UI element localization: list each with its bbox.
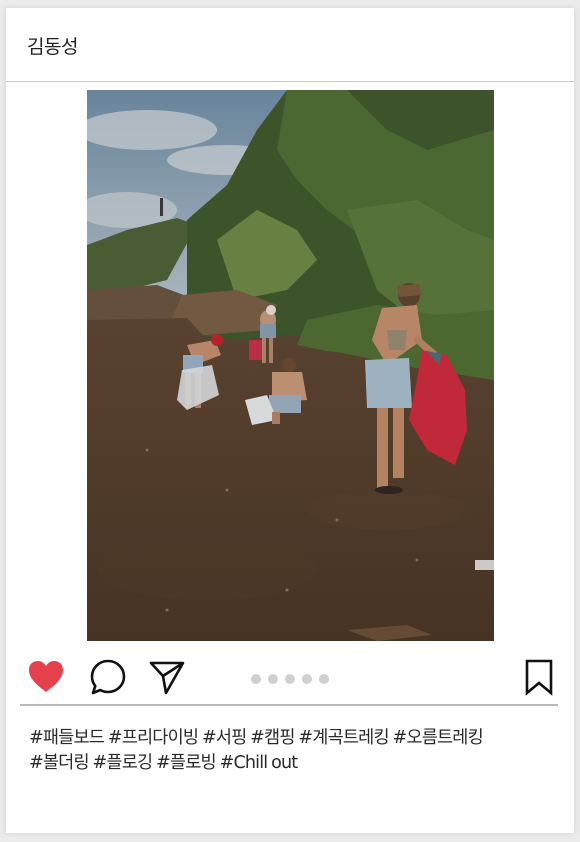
beach-cleanup-photo: [87, 90, 494, 641]
heart-icon[interactable]: [26, 657, 66, 697]
post-photo[interactable]: [87, 90, 494, 641]
hashtags-line[interactable]: #패들보드 #프리다이빙 #서핑 #캠핑 #계곡트레킹 #오름트레킹: [29, 726, 549, 751]
post-header: 김동성: [6, 8, 574, 82]
comment-icon[interactable]: [88, 657, 128, 697]
carousel-dot[interactable]: [302, 674, 312, 684]
carousel-dot[interactable]: [251, 674, 261, 684]
carousel-dot[interactable]: [268, 674, 278, 684]
divider: [20, 704, 558, 706]
bookmark-icon[interactable]: [519, 657, 559, 697]
carousel-dot[interactable]: [319, 674, 329, 684]
post-actions: [6, 652, 574, 704]
username[interactable]: 김동성: [27, 32, 78, 59]
post-card: 김동성 #패들보드 #프리다이빙 #서핑 #캠핑 #계곡트레킹 #오름트레킹 #…: [6, 8, 574, 833]
post-caption: #패들보드 #프리다이빙 #서핑 #캠핑 #계곡트레킹 #오름트레킹 #볼더링 …: [29, 726, 549, 776]
carousel-indicator: [251, 674, 329, 684]
carousel-dot[interactable]: [285, 674, 295, 684]
hashtags-line[interactable]: #볼더링 #플로깅 #플로빙 #Chill out: [29, 751, 549, 776]
paper-plane-icon[interactable]: [147, 657, 187, 697]
